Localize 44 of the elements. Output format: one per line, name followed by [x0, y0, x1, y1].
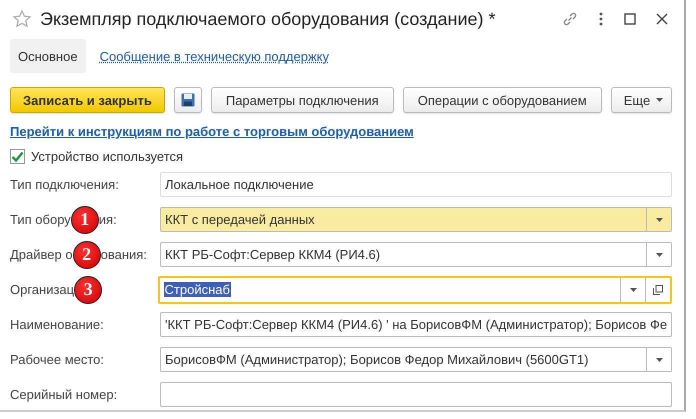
device-used-checkbox[interactable]	[10, 149, 25, 164]
field-label: Наименование:	[10, 317, 104, 332]
field-label: Тип обору	[10, 212, 71, 227]
dropdown-field[interactable]: ККТ с передачей данных	[160, 207, 672, 232]
link-icon[interactable]	[562, 11, 578, 27]
number-badge: 2	[72, 240, 101, 268]
dropdown-field[interactable]: Стройснаб	[158, 276, 672, 304]
caret-icon	[656, 252, 662, 256]
field-label: Тип подключения:	[10, 177, 119, 192]
instructions-link[interactable]: Перейти к инструкциям по работе с торговым оборудованием	[10, 124, 414, 139]
dropdown-button[interactable]	[646, 348, 671, 371]
main-tab[interactable]: Основное	[10, 39, 86, 73]
input-field[interactable]: 'ККТ РБ-Софт:Сервер ККМ4 (РИ4.6) ' на БорисовФМ (Администратор); Борисов Фе	[160, 312, 672, 337]
checkbox-label: Устройство используется	[31, 149, 184, 164]
field-label: ия:	[98, 212, 117, 227]
close-icon[interactable]	[656, 13, 668, 25]
support-message-link[interactable]: Сообщение в техническую поддержку	[96, 39, 333, 73]
number-badge: 1	[70, 206, 99, 234]
field-label: Организац	[10, 282, 74, 297]
save-and-close-button[interactable]: Записать и закрыть	[10, 87, 165, 113]
number-badge: 3	[74, 276, 102, 304]
save-button[interactable]	[174, 87, 202, 113]
field-label: Серийный номер:	[10, 387, 118, 402]
input-field[interactable]	[160, 382, 672, 407]
toolbar-button[interactable]: Операции с оборудованием	[402, 87, 602, 113]
caret-icon	[656, 218, 662, 222]
more-menu-button[interactable]: Еще	[610, 87, 672, 113]
caret-icon	[656, 358, 662, 362]
dropdown-field[interactable]: БорисовФМ (Администратор); Борисов Федор Михайлович (5600GT1)	[160, 347, 672, 372]
dropdown-field[interactable]: ККТ РБ-Софт:Сервер ККМ4 (РИ4.6)	[160, 242, 672, 267]
open-window-icon	[653, 284, 663, 294]
field-label: Драйвер о	[10, 247, 73, 262]
window-title: Экземпляр подключаемого оборудования (создание) *	[40, 8, 497, 30]
toolbar-button[interactable]: Параметры подключения	[210, 87, 394, 113]
dropdown-button[interactable]	[646, 208, 671, 231]
caret-icon	[630, 288, 636, 292]
more-icon[interactable]	[598, 12, 604, 26]
input-field[interactable]: Локальное подключение	[160, 172, 672, 197]
field-label: Рабочее место:	[10, 352, 104, 367]
field-label: ования:	[100, 247, 147, 262]
dropdown-button[interactable]	[646, 243, 671, 266]
caret-icon	[656, 98, 664, 102]
star-icon[interactable]	[12, 9, 32, 29]
maximize-icon[interactable]	[624, 13, 636, 25]
